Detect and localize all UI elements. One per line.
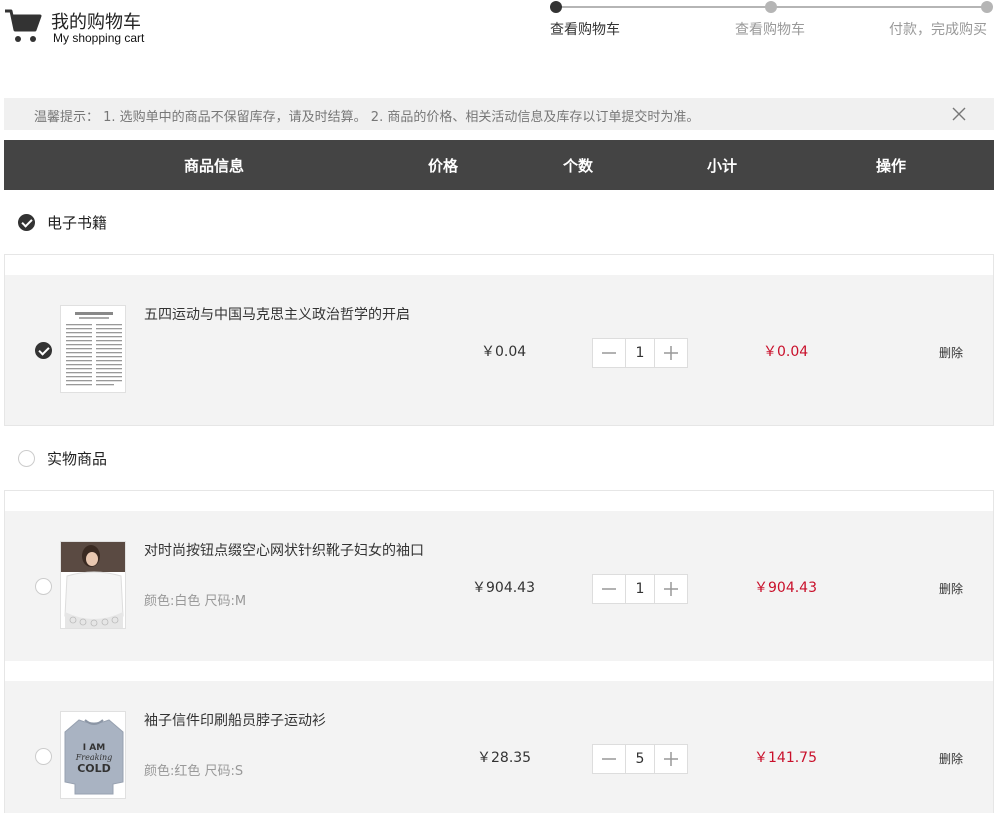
- item-name[interactable]: 五四运动与中国马克思主义政治哲学的开启: [144, 304, 424, 326]
- item-checkbox[interactable]: [35, 748, 52, 765]
- item-price: ￥904.43: [472, 580, 535, 596]
- quantity-input[interactable]: 1: [625, 575, 655, 603]
- increase-button[interactable]: [655, 575, 687, 603]
- step-dot-1: [550, 1, 562, 13]
- notice-text: 温馨提示： 1. 选购单中的商品不保留库存，请及时结算。 2. 商品的价格、相关…: [34, 110, 700, 125]
- item-subtotal: ￥0.04: [763, 344, 809, 360]
- col-qty: 个数: [563, 157, 594, 175]
- item-checkbox[interactable]: [35, 342, 52, 359]
- quantity-stepper: 1: [592, 338, 688, 368]
- sweater-print-line-2: Freaking: [75, 753, 113, 762]
- group-checkbox-physical[interactable]: [18, 449, 35, 467]
- quantity-input[interactable]: 5: [625, 745, 655, 773]
- cart-table-header: 商品信息 价格 个数 小计 操作: [4, 140, 994, 190]
- item-attributes: 颜色:白色 尺码:M: [144, 594, 247, 609]
- group-name: 实物商品: [47, 449, 108, 468]
- delete-link[interactable]: 删除: [939, 344, 963, 361]
- group-name: 电子书籍: [47, 213, 108, 232]
- group-box-physical: 对时尚按钮点缀空心网状针织靴子妇女的袖口 颜色:白色 尺码:M ￥904.43 …: [4, 490, 994, 813]
- decrease-button[interactable]: [593, 339, 625, 367]
- cart-item: 五四运动与中国马克思主义政治哲学的开启 ￥0.04 1 ￥0.04 删除: [5, 275, 993, 425]
- sweater-print-line-1: I AM: [83, 743, 105, 753]
- col-action: 操作: [876, 157, 907, 175]
- close-icon[interactable]: [952, 106, 966, 121]
- item-thumbnail[interactable]: [60, 541, 126, 629]
- group-header-ebooks: 电子书籍: [18, 210, 107, 234]
- item-subtotal: ￥904.43: [754, 580, 817, 596]
- step-label-2: 查看购物车: [735, 22, 805, 38]
- decrease-button[interactable]: [593, 745, 625, 773]
- item-subtotal: ￥141.75: [754, 750, 817, 766]
- col-subtotal: 小计: [707, 157, 738, 175]
- item-checkbox[interactable]: [35, 578, 52, 595]
- item-name[interactable]: 对时尚按钮点缀空心网状针织靴子妇女的袖口: [144, 540, 424, 562]
- item-price: ￥28.35: [477, 750, 532, 766]
- shopping-cart-icon: [4, 8, 42, 44]
- cart-item: I AM Freaking COLD 袖子信件印刷船员脖子运动衫 颜色:红色 尺…: [5, 681, 993, 813]
- group-checkbox-ebooks[interactable]: [18, 213, 35, 231]
- decrease-button[interactable]: [593, 575, 625, 603]
- delete-link[interactable]: 删除: [939, 750, 963, 767]
- item-thumbnail[interactable]: [60, 305, 126, 393]
- cart-item: 对时尚按钮点缀空心网状针织靴子妇女的袖口 颜色:白色 尺码:M ￥904.43 …: [5, 511, 993, 661]
- quantity-stepper: 1: [592, 574, 688, 604]
- step-label-3: 付款，完成购买: [889, 22, 987, 38]
- notice-bar: 温馨提示： 1. 选购单中的商品不保留库存，请及时结算。 2. 商品的价格、相关…: [4, 98, 994, 130]
- item-thumbnail[interactable]: I AM Freaking COLD: [60, 711, 126, 799]
- col-price: 价格: [428, 157, 459, 175]
- checkout-progress: 查看购物车 查看购物车 付款，完成购买: [550, 0, 995, 40]
- sweater-print-line-3: COLD: [77, 762, 111, 775]
- page-subtitle: My shopping cart: [53, 31, 145, 45]
- step-dot-2: [765, 1, 777, 13]
- quantity-stepper: 5: [592, 744, 688, 774]
- delete-link[interactable]: 删除: [939, 580, 963, 597]
- group-box-ebooks: 五四运动与中国马克思主义政治哲学的开启 ￥0.04 1 ￥0.04 删除: [4, 254, 994, 426]
- group-header-physical: 实物商品: [18, 446, 107, 470]
- increase-button[interactable]: [655, 745, 687, 773]
- quantity-input[interactable]: 1: [625, 339, 655, 367]
- step-label-1: 查看购物车: [550, 22, 620, 38]
- increase-button[interactable]: [655, 339, 687, 367]
- item-attributes: 颜色:红色 尺码:S: [144, 764, 244, 779]
- item-price: ￥0.04: [481, 344, 527, 360]
- col-info: 商品信息: [184, 157, 245, 175]
- step-dot-3: [981, 1, 993, 13]
- item-name[interactable]: 袖子信件印刷船员脖子运动衫: [144, 710, 424, 732]
